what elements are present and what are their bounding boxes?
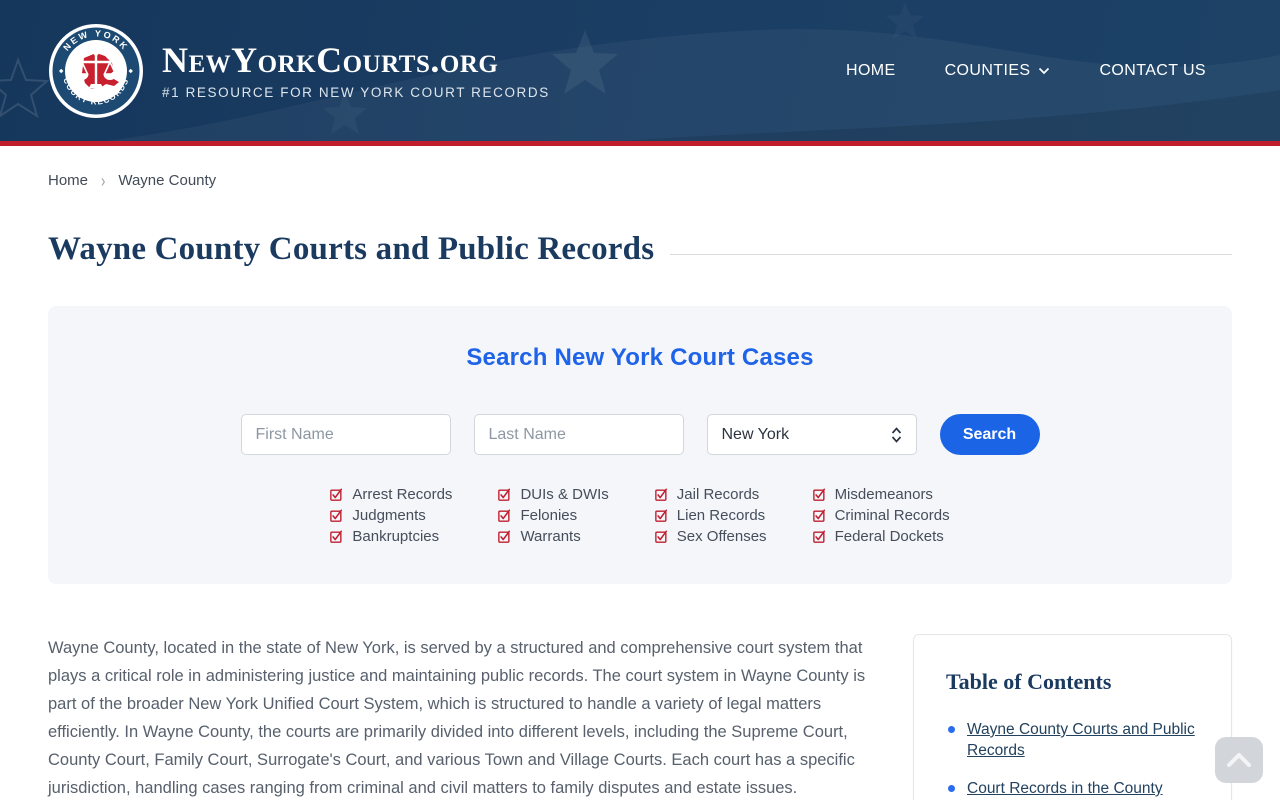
- checked-checkbox-icon: [812, 530, 825, 543]
- nav-item-contact-us[interactable]: CONTACT US: [1099, 62, 1206, 80]
- checked-checkbox-icon: [498, 530, 511, 543]
- checked-checkbox-icon: [812, 509, 825, 522]
- filter-checkbox-warrants[interactable]: Warrants: [498, 529, 608, 544]
- site-header: NEW YORK COURT RECORDS NewYorkCourts.org…: [0, 0, 1280, 146]
- filter-column: Arrest Records Judgments Bankruptcies: [330, 487, 452, 544]
- checked-checkbox-icon: [654, 530, 667, 543]
- filter-column: Misdemeanors Criminal Records Federal Dock…: [812, 487, 950, 544]
- chevron-up-icon: [1227, 753, 1251, 767]
- main-nav: HOME COUNTIES CONTACT US: [846, 62, 1232, 80]
- toc-link-court-records-county[interactable]: Court Records in the County: [967, 780, 1163, 797]
- breadcrumb-current: Wayne County: [118, 172, 217, 189]
- first-name-input[interactable]: [240, 414, 451, 455]
- checked-checkbox-icon: [654, 488, 667, 501]
- search-panel: Search New York Court Cases New York Sea…: [48, 306, 1232, 584]
- filter-checkbox-bankruptcies[interactable]: Bankruptcies: [330, 529, 452, 544]
- filter-checkbox-criminal-records[interactable]: Criminal Records: [812, 508, 950, 523]
- toc-title: Table of Contents: [946, 669, 1112, 694]
- checked-checkbox-icon: [498, 509, 511, 522]
- filter-checkbox-sex-offenses[interactable]: Sex Offenses: [654, 529, 767, 544]
- filter-checkbox-duis-dwis[interactable]: DUIs & DWIs: [498, 487, 609, 502]
- article-paragraph: Wayne County, located in the state of Ne…: [48, 639, 866, 797]
- article: Wayne County, located in the state of Ne…: [48, 634, 880, 800]
- toc-item: Wayne County Courts and Public Records: [946, 719, 1199, 761]
- brand-logo-link[interactable]: NEW YORK COURT RECORDS NewYorkCourts.org…: [48, 23, 550, 119]
- nav-item-counties[interactable]: COUNTIES: [945, 62, 1051, 80]
- toc-item: Court Records in the County: [946, 778, 1199, 799]
- search-button[interactable]: Search: [939, 414, 1040, 455]
- filter-grid: Arrest Records Judgments Bankruptcies DUIs …: [48, 487, 1232, 544]
- filter-checkbox-lien-records[interactable]: Lien Records: [654, 508, 767, 523]
- court-records-seal-icon: NEW YORK COURT RECORDS: [48, 23, 144, 119]
- select-updown-icon: [891, 426, 901, 443]
- title-divider: [670, 254, 1232, 255]
- checked-checkbox-icon: [654, 509, 667, 522]
- state-select[interactable]: New York: [706, 414, 917, 455]
- chevron-down-icon: [1039, 67, 1050, 74]
- checked-checkbox-icon: [812, 488, 825, 501]
- breadcrumb-home-link[interactable]: Home: [48, 172, 88, 189]
- brand-title: NewYorkCourts.org: [162, 40, 499, 81]
- filter-checkbox-felonies[interactable]: Felonies: [498, 508, 608, 523]
- filter-checkbox-jail-records[interactable]: Jail Records: [654, 487, 767, 502]
- filter-checkbox-judgments[interactable]: Judgments: [330, 508, 452, 523]
- filter-checkbox-misdemeanors[interactable]: Misdemeanors: [812, 487, 950, 502]
- page-title: Wayne County Courts and Public Records: [48, 231, 655, 267]
- filter-checkbox-arrest-records[interactable]: Arrest Records: [330, 487, 452, 502]
- toc-list: Wayne County Courts and Public Records C…: [946, 719, 1199, 800]
- last-name-input[interactable]: [473, 414, 684, 455]
- breadcrumb-separator-icon: ›: [101, 170, 106, 191]
- filter-column: Jail Records Lien Records Sex Offenses: [654, 487, 767, 544]
- checked-checkbox-icon: [330, 488, 343, 501]
- checked-checkbox-icon: [330, 509, 343, 522]
- search-form: New York Search: [48, 414, 1232, 455]
- scroll-to-top-button[interactable]: [1215, 737, 1263, 783]
- table-of-contents-card: Table of Contents Wayne County Courts an…: [913, 634, 1232, 800]
- breadcrumb: Home › Wayne County: [48, 146, 1232, 191]
- filter-checkbox-federal-dockets[interactable]: Federal Dockets: [812, 529, 950, 544]
- toc-link-wayne-county-courts[interactable]: Wayne County Courts and Public Records: [967, 721, 1195, 759]
- checked-checkbox-icon: [330, 530, 343, 543]
- filter-column: DUIs & DWIs Felonies Warrants: [498, 487, 609, 544]
- checked-checkbox-icon: [498, 488, 511, 501]
- nav-item-home[interactable]: HOME: [846, 62, 896, 80]
- search-heading: Search New York Court Cases: [466, 344, 814, 371]
- brand-tagline: #1 RESOURCE FOR NEW YORK COURT RECORDS: [162, 84, 550, 100]
